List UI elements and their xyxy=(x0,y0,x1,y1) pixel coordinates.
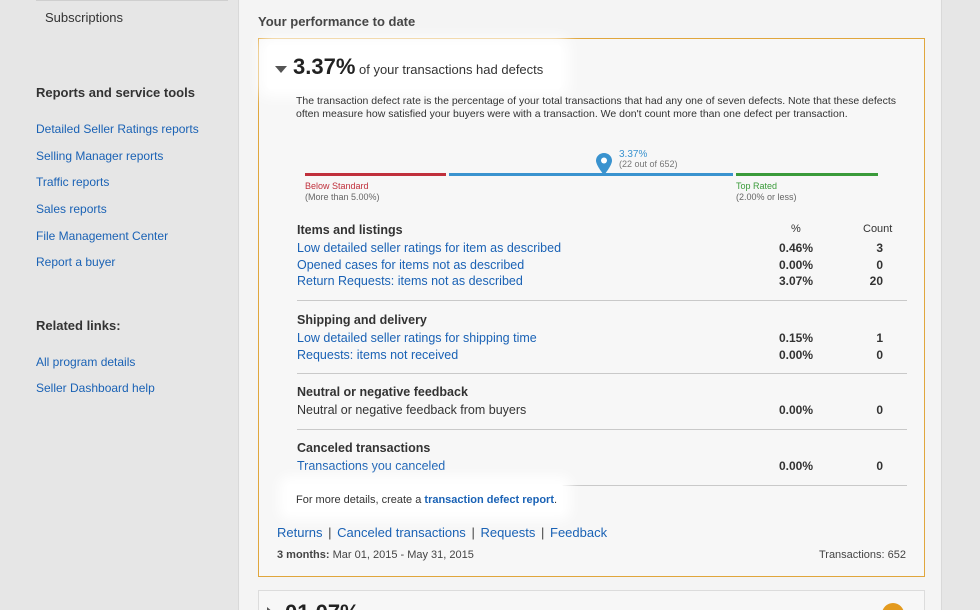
table-row: Neutral or negative feedback from buyers… xyxy=(297,403,897,419)
map-pin-icon xyxy=(596,153,612,175)
gauge-bar-standard xyxy=(449,173,733,176)
column-header-pct: % xyxy=(791,223,801,235)
link-separator: | xyxy=(328,525,332,540)
gauge-top-rated-note: (2.00% or less) xyxy=(736,192,797,202)
status-badge-icon xyxy=(882,603,904,610)
group-divider xyxy=(297,429,907,430)
sidebar-link-report-buyer[interactable]: Report a buyer xyxy=(36,255,115,269)
defect-pct: 0.00% xyxy=(778,459,813,473)
defect-count: 1 xyxy=(876,331,883,345)
defect-link[interactable]: Return Requests: items not as described xyxy=(297,274,523,288)
section-title: Your performance to date xyxy=(258,14,416,29)
defect-pct: 0.00% xyxy=(778,348,813,362)
defect-link[interactable]: Low detailed seller ratings for item as … xyxy=(297,241,561,255)
defect-link[interactable]: Low detailed seller ratings for shipping… xyxy=(297,331,537,345)
defect-count: 0 xyxy=(876,258,883,272)
group-divider xyxy=(297,373,907,374)
footer-links: Returns | Canceled transactions | Reques… xyxy=(277,525,607,540)
table-row: Return Requests: items not as described … xyxy=(297,274,897,290)
more-details-text: For more details, create a transaction d… xyxy=(296,494,557,506)
more-details-suffix: . xyxy=(554,494,558,506)
sidebar-link-traffic-reports[interactable]: Traffic reports xyxy=(36,175,109,189)
requests-link[interactable]: Requests xyxy=(480,525,535,540)
group-title: Items and listings xyxy=(297,223,403,237)
defect-pct: 3.07% xyxy=(778,274,813,288)
defect-link[interactable]: Opened cases for items not as described xyxy=(297,258,524,272)
evaluation-period: 3 months: Mar 01, 2015 - May 31, 2015 xyxy=(277,549,474,561)
returns-link[interactable]: Returns xyxy=(277,525,323,540)
link-separator: | xyxy=(541,525,545,540)
defect-rate-description: The transaction defect rate is the perce… xyxy=(296,95,897,120)
defect-count: 20 xyxy=(869,274,883,288)
next-rate-value: 01.07% xyxy=(285,600,360,610)
group-title: Neutral or negative feedback xyxy=(297,385,468,399)
defect-count: 3 xyxy=(876,241,883,255)
rate-highlight: 3.37% of your transactions had defects xyxy=(267,45,561,89)
period-label: 3 months: xyxy=(277,549,330,561)
feedback-link[interactable]: Feedback xyxy=(550,525,607,540)
table-row: Requests: items not received 0.00% 0 xyxy=(297,348,897,364)
gauge-top-rated-label: Top Rated xyxy=(736,181,778,191)
sidebar-link-detailed-seller-ratings[interactable]: Detailed Seller Ratings reports xyxy=(36,122,199,136)
sidebar-link-file-management[interactable]: File Management Center xyxy=(36,229,168,243)
sidebar-link-dashboard-help[interactable]: Seller Dashboard help xyxy=(36,381,155,395)
sidebar-link-program-details[interactable]: All program details xyxy=(36,355,135,369)
gauge-below-standard-label: Below Standard xyxy=(305,181,369,191)
defect-rate-panel: 3.37% of your transactions had defects T… xyxy=(258,38,925,577)
reports-heading: Reports and service tools xyxy=(36,85,195,100)
link-separator: | xyxy=(471,525,475,540)
defect-rate-text: of your transactions had defects xyxy=(359,62,544,77)
defect-label: Neutral or negative feedback from buyers xyxy=(297,403,527,417)
defect-link[interactable]: Transactions you canceled xyxy=(297,459,445,473)
sidebar-divider xyxy=(36,0,228,1)
group-divider xyxy=(297,300,907,301)
group-title: Shipping and delivery xyxy=(297,313,427,327)
related-links-heading: Related links: xyxy=(36,318,121,333)
defect-pct: 0.15% xyxy=(778,331,813,345)
table-row: Transactions you canceled 0.00% 0 xyxy=(297,459,897,475)
defect-pct: 0.00% xyxy=(778,258,813,272)
next-rate-panel: 01.07% xyxy=(258,590,925,610)
defect-count: 0 xyxy=(876,459,883,473)
defect-count: 0 xyxy=(876,348,883,362)
gauge-bar-below-standard xyxy=(305,173,446,176)
gauge-marker-sub: (22 out of 652) xyxy=(619,159,678,169)
canceled-transactions-link[interactable]: Canceled transactions xyxy=(337,525,466,540)
defect-pct: 0.00% xyxy=(778,403,813,417)
table-row: Low detailed seller ratings for shipping… xyxy=(297,331,897,347)
sidebar-link-sales-reports[interactable]: Sales reports xyxy=(36,202,107,216)
more-details-prefix: For more details, create a xyxy=(296,494,422,506)
sidebar-link-selling-manager[interactable]: Selling Manager reports xyxy=(36,149,163,163)
gauge-below-standard-note: (More than 5.00%) xyxy=(305,192,380,202)
column-header-count: Count xyxy=(863,223,893,235)
table-row: Opened cases for items not as described … xyxy=(297,258,897,274)
defect-count: 0 xyxy=(876,403,883,417)
defect-rate-value: 3.37% xyxy=(293,54,356,79)
transaction-defect-report-link[interactable]: transaction defect report xyxy=(424,494,554,506)
sidebar-item-subscriptions[interactable]: Subscriptions xyxy=(45,10,123,25)
defect-pct: 0.46% xyxy=(778,241,813,255)
main-content: Your performance to date 3.37% of your t… xyxy=(238,0,942,610)
defect-link[interactable]: Requests: items not received xyxy=(297,348,458,362)
period-value: Mar 01, 2015 - May 31, 2015 xyxy=(332,549,474,561)
sidebar: Subscriptions Reports and service tools … xyxy=(0,0,238,610)
transactions-total: Transactions: 652 xyxy=(818,549,906,561)
caret-down-icon[interactable] xyxy=(275,66,287,73)
defect-rate-gauge: 3.37% (22 out of 652) Below Standard (Mo… xyxy=(259,149,926,209)
group-title: Canceled transactions xyxy=(297,441,431,455)
gauge-bar-top-rated xyxy=(736,173,878,176)
table-row: Low detailed seller ratings for item as … xyxy=(297,241,897,257)
